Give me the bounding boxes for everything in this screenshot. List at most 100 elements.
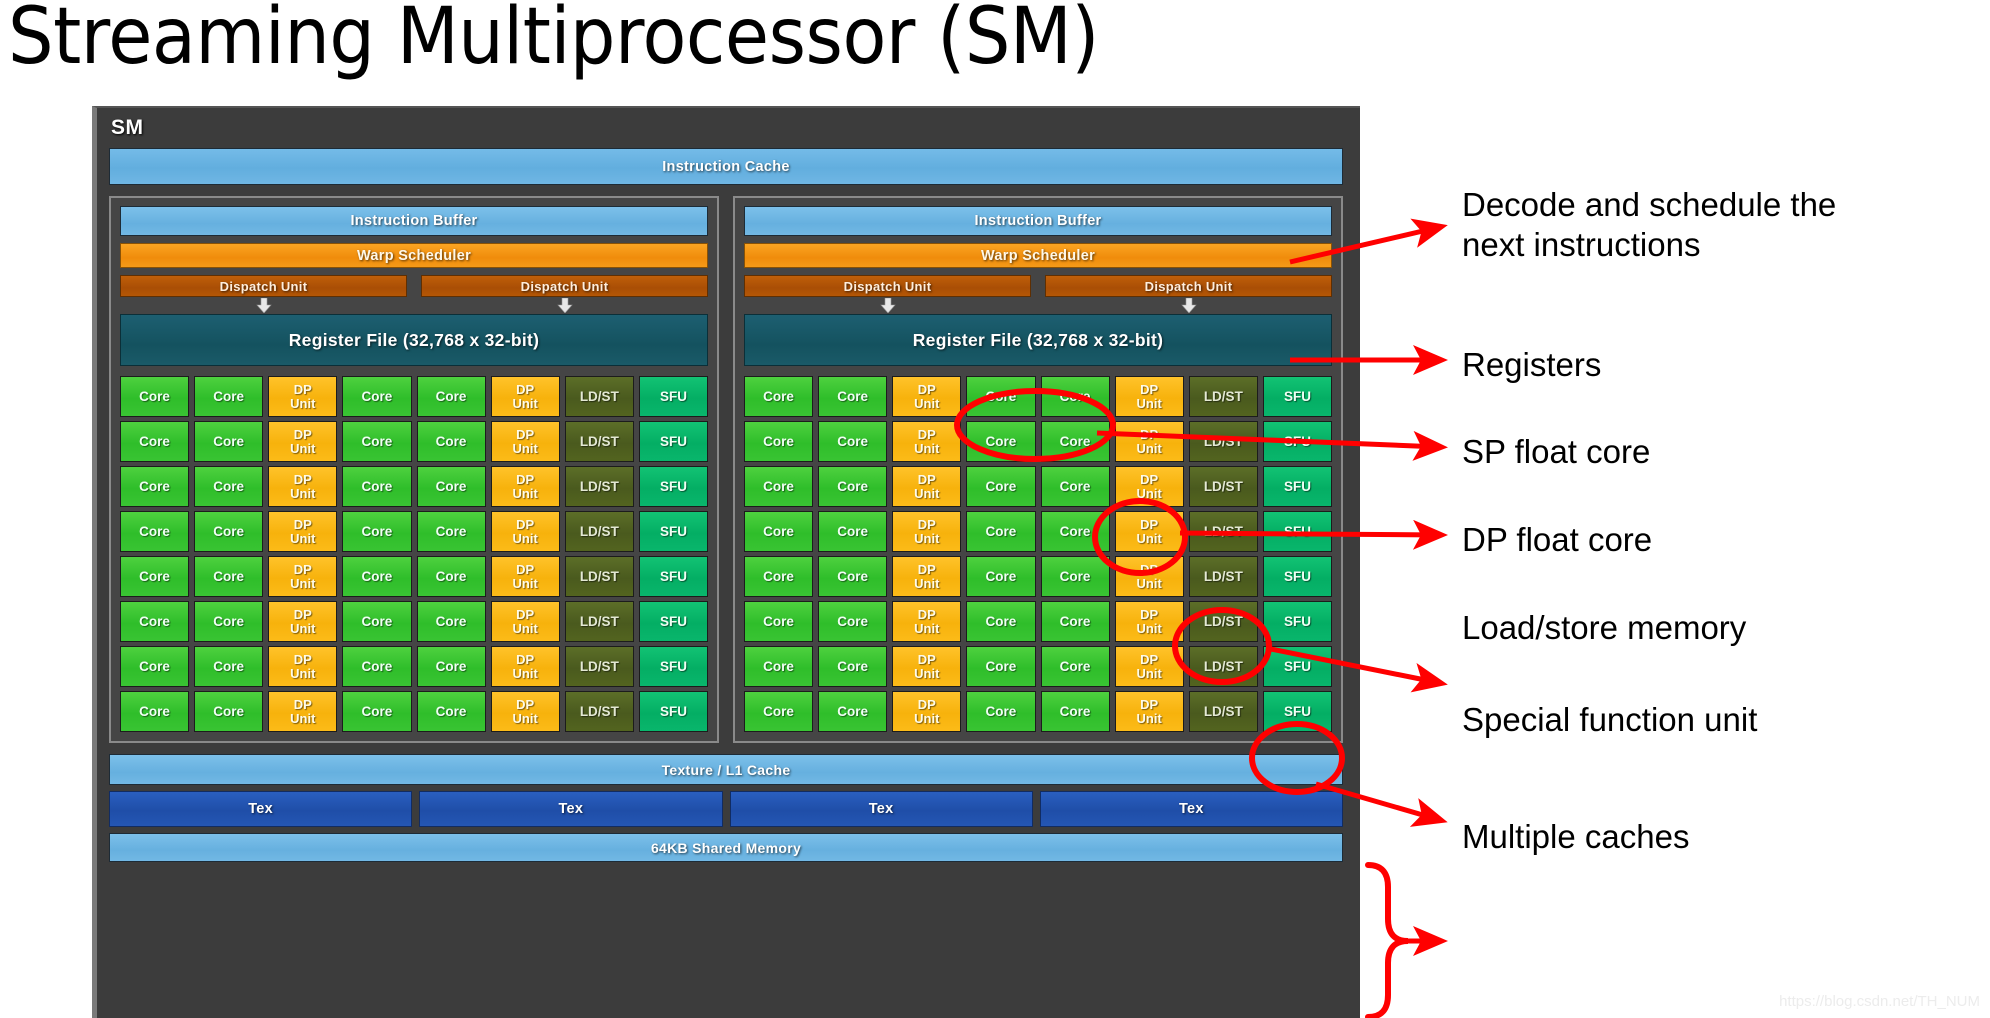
core-cell-dp: DP Unit bbox=[1114, 511, 1184, 552]
core-cell-ldst: LD/ST bbox=[564, 466, 634, 507]
core-cell-dp: DP Unit bbox=[268, 646, 338, 687]
annotation-label-2: SP float core bbox=[1462, 433, 1651, 470]
instruction-cache-block: Instruction Cache bbox=[109, 148, 1343, 185]
core-cell-sfu: SFU bbox=[1262, 601, 1332, 642]
core-cell-core: Core bbox=[120, 376, 190, 417]
core-cell-dp: DP Unit bbox=[490, 691, 560, 732]
brace-multiple-caches bbox=[1365, 862, 1409, 1018]
core-cell-core: Core bbox=[1040, 466, 1110, 507]
core-cell-core: Core bbox=[194, 601, 264, 642]
shared-memory-block: 64KB Shared Memory bbox=[109, 833, 1343, 862]
core-cell-core: Core bbox=[1040, 511, 1110, 552]
register-file-1: Register File (32,768 x 32-bit) bbox=[744, 314, 1332, 366]
core-cell-core: Core bbox=[966, 421, 1036, 462]
core-cell-core: Core bbox=[966, 376, 1036, 417]
core-cell-sfu: SFU bbox=[1262, 376, 1332, 417]
core-cell-dp: DP Unit bbox=[892, 466, 962, 507]
core-cell-ldst: LD/ST bbox=[564, 601, 634, 642]
core-cell-core: Core bbox=[818, 466, 888, 507]
annotation-label-0: Decode and schedule the next instruction… bbox=[1462, 186, 1837, 264]
core-cell-core: Core bbox=[120, 691, 190, 732]
core-cell-dp: DP Unit bbox=[490, 601, 560, 642]
core-cell-sfu: SFU bbox=[638, 421, 708, 462]
core-cell-core: Core bbox=[120, 421, 190, 462]
core-cell-core: Core bbox=[416, 421, 486, 462]
core-cell-ldst: LD/ST bbox=[564, 646, 634, 687]
core-cell-dp: DP Unit bbox=[490, 421, 560, 462]
dispatch-row-1: Dispatch Unit Dispatch Unit bbox=[744, 275, 1332, 297]
core-cell-core: Core bbox=[744, 421, 814, 462]
core-cell-core: Core bbox=[1040, 421, 1110, 462]
scheduler-partitions: Instruction Buffer Warp Scheduler Dispat… bbox=[109, 196, 1343, 743]
core-cell-core: Core bbox=[744, 646, 814, 687]
core-cell-core: Core bbox=[194, 646, 264, 687]
core-cell-core: Core bbox=[1040, 376, 1110, 417]
annotation-label-6: Multiple caches bbox=[1462, 818, 1690, 855]
annotation-label-5: Special function unit bbox=[1462, 701, 1758, 738]
core-cell-dp: DP Unit bbox=[892, 691, 962, 732]
core-cell-ldst: LD/ST bbox=[564, 556, 634, 597]
core-cell-sfu: SFU bbox=[1262, 511, 1332, 552]
core-cell-sfu: SFU bbox=[638, 691, 708, 732]
core-cell-core: Core bbox=[342, 601, 412, 642]
core-cell-core: Core bbox=[744, 376, 814, 417]
core-cell-dp: DP Unit bbox=[268, 511, 338, 552]
core-cell-sfu: SFU bbox=[638, 556, 708, 597]
core-cell-dp: DP Unit bbox=[1114, 556, 1184, 597]
sm-label: SM bbox=[111, 116, 144, 139]
core-cell-core: Core bbox=[194, 466, 264, 507]
core-cell-core: Core bbox=[120, 601, 190, 642]
core-cell-core: Core bbox=[744, 511, 814, 552]
core-cell-core: Core bbox=[966, 691, 1036, 732]
cache-section: Texture / L1 Cache Tex Tex Tex Tex 64KB Sha… bbox=[109, 754, 1343, 862]
core-cell-core: Core bbox=[416, 376, 486, 417]
core-cell-dp: DP Unit bbox=[892, 556, 962, 597]
core-grid-0: Core Core DP Unit Core Core DP Unit LD/ST SFU Co… bbox=[120, 376, 708, 732]
core-cell-core: Core bbox=[342, 556, 412, 597]
core-cell-core: Core bbox=[416, 556, 486, 597]
processing-block-1: Instruction Buffer Warp Scheduler Dispat… bbox=[733, 196, 1343, 743]
core-cell-core: Core bbox=[744, 601, 814, 642]
core-cell-ldst: LD/ST bbox=[1188, 646, 1258, 687]
core-cell-ldst: LD/ST bbox=[1188, 511, 1258, 552]
core-cell-ldst: LD/ST bbox=[1188, 466, 1258, 507]
core-cell-core: Core bbox=[120, 511, 190, 552]
core-cell-core: Core bbox=[966, 601, 1036, 642]
core-cell-sfu: SFU bbox=[638, 511, 708, 552]
dispatch-row-0: Dispatch Unit Dispatch Unit bbox=[120, 275, 708, 297]
core-cell-ldst: LD/ST bbox=[1188, 691, 1258, 732]
core-cell-core: Core bbox=[1040, 556, 1110, 597]
core-cell-ldst: LD/ST bbox=[564, 376, 634, 417]
dispatch-arrows-1 bbox=[744, 297, 1332, 313]
core-cell-dp: DP Unit bbox=[1114, 646, 1184, 687]
annotation-label-3: DP float core bbox=[1462, 521, 1653, 558]
screenshot-root: Streaming Multiprocessor (SM) SM Instruc… bbox=[0, 0, 1990, 1018]
core-cell-core: Core bbox=[744, 466, 814, 507]
core-cell-dp: DP Unit bbox=[1114, 421, 1184, 462]
down-arrow-icon bbox=[1180, 297, 1197, 313]
core-cell-core: Core bbox=[416, 511, 486, 552]
tex-unit-1: Tex bbox=[419, 791, 723, 827]
core-cell-dp: DP Unit bbox=[490, 646, 560, 687]
core-cell-core: Core bbox=[342, 421, 412, 462]
core-cell-dp: DP Unit bbox=[892, 376, 962, 417]
core-cell-core: Core bbox=[818, 601, 888, 642]
core-cell-core: Core bbox=[1040, 646, 1110, 687]
core-cell-core: Core bbox=[416, 466, 486, 507]
page-title: Streaming Multiprocessor (SM) bbox=[8, 0, 1099, 82]
watermark: https://blog.csdn.net/TH_NUM bbox=[1779, 993, 1980, 1010]
core-cell-core: Core bbox=[194, 511, 264, 552]
down-arrow-icon bbox=[556, 297, 573, 313]
core-cell-dp: DP Unit bbox=[268, 691, 338, 732]
core-cell-core: Core bbox=[818, 376, 888, 417]
core-cell-core: Core bbox=[194, 421, 264, 462]
tex-unit-row: Tex Tex Tex Tex bbox=[109, 791, 1343, 827]
warp-scheduler-0: Warp Scheduler bbox=[120, 243, 708, 268]
core-cell-dp: DP Unit bbox=[892, 646, 962, 687]
core-cell-core: Core bbox=[120, 466, 190, 507]
tex-unit-2: Tex bbox=[729, 791, 1033, 827]
core-cell-core: Core bbox=[120, 646, 190, 687]
core-cell-ldst: LD/ST bbox=[564, 511, 634, 552]
instruction-buffer-1: Instruction Buffer bbox=[744, 206, 1332, 236]
core-cell-core: Core bbox=[966, 466, 1036, 507]
